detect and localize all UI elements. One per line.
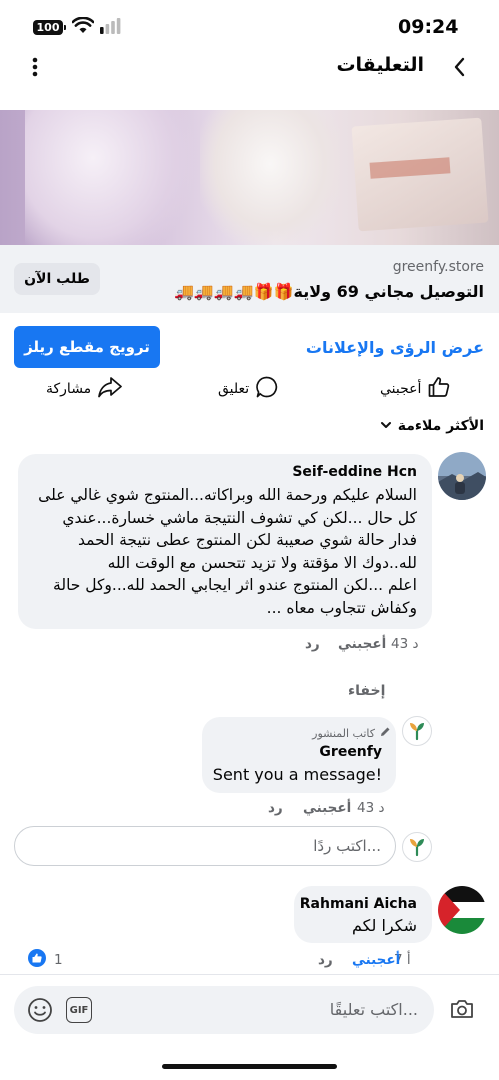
ad-domain: greenfy.store xyxy=(392,259,484,275)
sort-label: الأكثر ملاءمة xyxy=(397,418,484,434)
comment-line: فدار حالة شوي صعيبة لكن المنتوج عطى نتيج… xyxy=(78,531,417,549)
like-button[interactable]: أعجبني xyxy=(380,376,451,402)
like-label: أعجبني xyxy=(380,381,422,397)
comment-line: السلام عليكم ورحمة الله وبراكاته...المنت… xyxy=(38,486,417,504)
comment-text: السلام عليكم ورحمة الله وبراكاته...المنت… xyxy=(17,484,417,619)
gif-label: GIF xyxy=(69,1004,89,1016)
comment-author[interactable]: Rahmani Aicha xyxy=(300,896,417,912)
greenfy-logo-icon xyxy=(410,839,424,857)
reply-text: Sent you a message! xyxy=(212,765,382,784)
comment-label: تعليق xyxy=(218,381,250,397)
chevron-down-icon xyxy=(380,418,392,434)
comment-line: لله..دوك الا مؤقتة ولا تزيد تتحسن مع الو… xyxy=(107,553,417,572)
post-media[interactable] xyxy=(0,110,499,245)
order-now-button[interactable]: طلب الآن xyxy=(14,263,100,295)
emoji-icon[interactable] xyxy=(27,997,53,1027)
reaction-summary[interactable]: 1 xyxy=(28,949,63,971)
comment-reply-link[interactable]: رد xyxy=(318,952,333,968)
composer-avatar xyxy=(402,832,432,862)
page-title: التعليقات xyxy=(336,54,424,76)
comment-text: شكرا لكم xyxy=(352,916,417,935)
signal-icon xyxy=(100,18,122,38)
comment-button[interactable]: تعليق xyxy=(218,376,279,402)
author-badge-label: كاتب المنشور xyxy=(312,727,375,740)
reply-time: 43 د xyxy=(357,800,385,816)
like-reaction-icon xyxy=(28,949,46,971)
share-arrow-icon xyxy=(97,375,123,403)
view-insights-link[interactable]: عرض الرؤى والإعلانات xyxy=(306,338,484,357)
media-figure-center xyxy=(200,110,340,245)
more-options-icon[interactable] xyxy=(28,56,42,82)
share-button[interactable]: مشاركة xyxy=(46,376,123,402)
chevron-back-icon[interactable] xyxy=(452,56,468,82)
wifi-icon xyxy=(71,16,95,38)
ad-promo-text: التوصيل مجاني 69 ولاية🎁🎁🚚🚚🚚🚚 xyxy=(173,282,484,301)
hide-replies-link[interactable]: إخفاء xyxy=(348,683,385,699)
comment-like-link[interactable]: أعجبني xyxy=(338,636,386,652)
comment-like-link[interactable]: أعجبني xyxy=(352,952,400,968)
page-avatar[interactable] xyxy=(402,716,432,746)
home-indicator xyxy=(162,1064,337,1069)
media-figure-left xyxy=(25,110,195,245)
status-time: 09:24 xyxy=(398,16,459,38)
gif-icon[interactable]: GIF xyxy=(66,997,92,1023)
thumbs-up-icon xyxy=(427,375,451,403)
avatar[interactable] xyxy=(438,886,486,934)
share-label: مشاركة xyxy=(46,381,92,397)
avatar[interactable] xyxy=(438,452,486,500)
battery-level: 100 xyxy=(36,21,60,34)
reaction-count: 1 xyxy=(54,952,63,968)
reply-input[interactable]: اكتب ردًا... xyxy=(14,826,396,866)
sort-dropdown[interactable]: الأكثر ملاءمة xyxy=(380,418,484,434)
comment-reply-link[interactable]: رد xyxy=(305,636,320,652)
reply-input-placeholder: اكتب ردًا... xyxy=(313,837,381,855)
reply-reply-link[interactable]: رد xyxy=(268,800,283,816)
camera-icon[interactable] xyxy=(449,997,475,1025)
reply-like-link[interactable]: أعجبني xyxy=(303,800,351,816)
greenfy-logo-icon xyxy=(410,723,424,741)
promote-reel-button[interactable]: ترويج مقطع ريلز xyxy=(14,326,160,368)
comment-author[interactable]: Seif-eddine Hcn xyxy=(292,464,417,480)
comment-input-placeholder: اكتب تعليقًا... xyxy=(329,1000,418,1019)
author-badge: كاتب المنشور xyxy=(312,726,391,741)
reply-author[interactable]: Greenfy xyxy=(319,744,382,760)
pencil-icon xyxy=(379,726,391,741)
palestine-flag-icon xyxy=(438,886,486,934)
comment-bubble-icon xyxy=(255,375,279,403)
comment-line: وكفاش تتجاوب معاه ... xyxy=(266,598,417,617)
comment-line: كل حال ...لكن كي تشوف النتيجة ماشي خسارة… xyxy=(62,508,417,527)
battery-tip xyxy=(64,25,66,30)
comment-line: اعلم ...لكن المنتوج عندو اثر ايجابي الحم… xyxy=(53,576,417,594)
comment-time: 43 د xyxy=(391,636,419,652)
battery-icon: 100 xyxy=(33,20,63,35)
